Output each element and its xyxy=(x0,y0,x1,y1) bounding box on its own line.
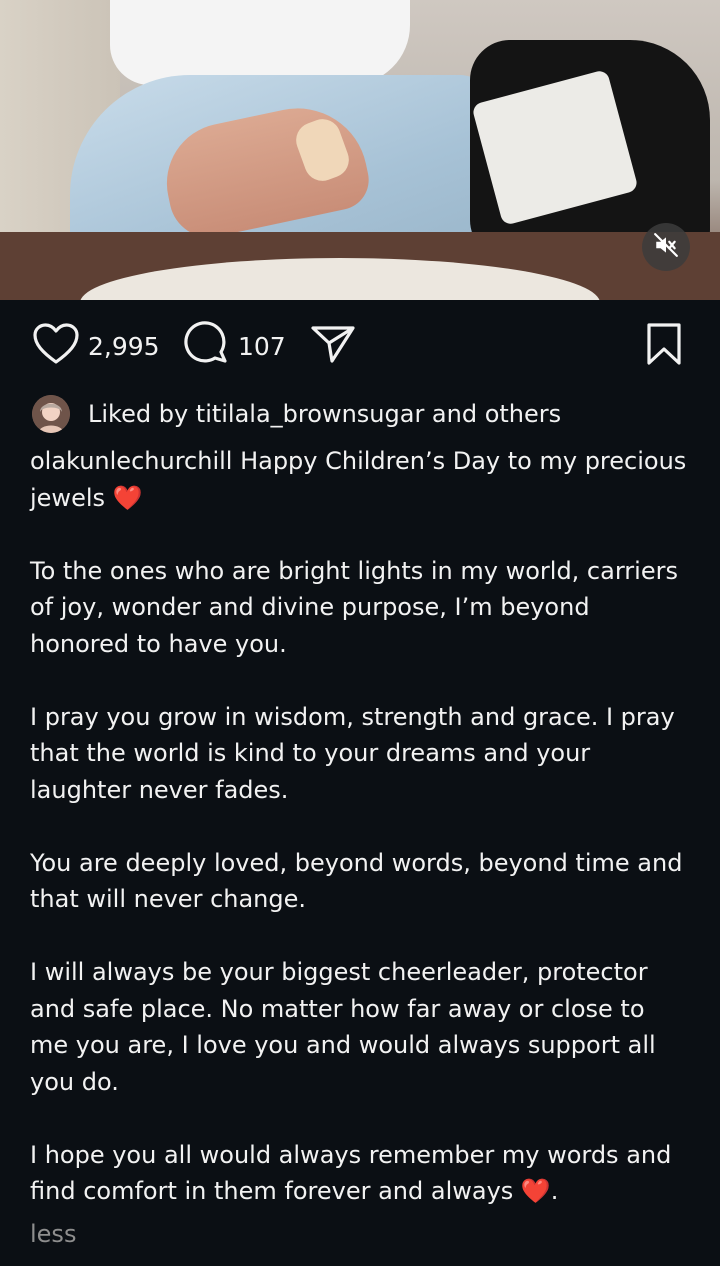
liked-by-row[interactable]: Liked by titilala_brownsugar and others xyxy=(32,394,561,434)
bookmark-icon[interactable] xyxy=(644,322,684,370)
video-shirt xyxy=(110,0,410,85)
post-video[interactable] xyxy=(0,0,720,300)
mute-button[interactable] xyxy=(642,223,690,271)
caption-intro: olakunlechurchill Happy Children’s Day t… xyxy=(30,447,687,512)
like-action[interactable]: 2,995 xyxy=(32,320,160,372)
caption-paragraph-3: You are deeply loved, beyond words, beyo… xyxy=(30,848,683,914)
caption-paragraph-1: To the ones who are bright lights in my … xyxy=(30,556,678,658)
save-action[interactable] xyxy=(644,320,684,372)
share-action[interactable] xyxy=(310,320,356,372)
caption-paragraph-2: I pray you grow in wisdom, strength and … xyxy=(30,702,675,804)
heart-outline-icon[interactable] xyxy=(32,322,80,370)
paper-plane-icon[interactable] xyxy=(310,323,356,369)
speech-bubble-icon[interactable] xyxy=(184,321,230,371)
post-actions: 2,995 107 xyxy=(0,320,720,372)
speaker-muted-icon xyxy=(653,232,679,262)
liked-by-text[interactable]: Liked by titilala_brownsugar and others xyxy=(88,400,561,428)
liker-avatar[interactable] xyxy=(32,395,70,433)
caption-paragraph-4: I will always be your biggest cheerleade… xyxy=(30,958,656,1096)
less-link[interactable]: less xyxy=(30,1220,76,1248)
caption-paragraph-5: I hope you all would always remember my … xyxy=(30,1140,672,1206)
comments-count[interactable]: 107 xyxy=(238,332,286,361)
post-caption: olakunlechurchill Happy Children’s Day t… xyxy=(30,443,690,1210)
comment-action[interactable]: 107 xyxy=(184,320,286,372)
likes-count[interactable]: 2,995 xyxy=(88,332,160,361)
